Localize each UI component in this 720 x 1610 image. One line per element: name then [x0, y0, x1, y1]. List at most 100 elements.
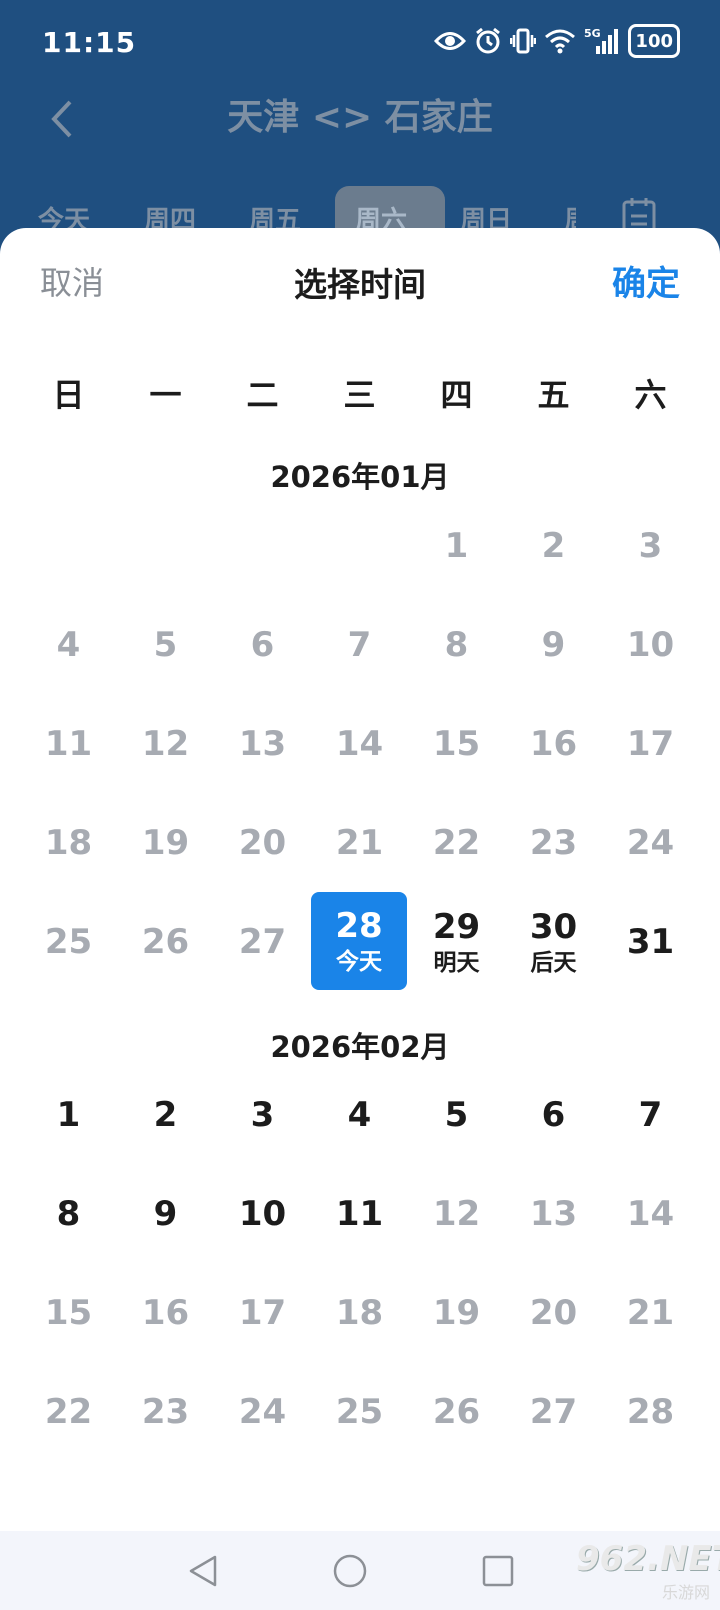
day-number: 25 [335, 1391, 384, 1432]
day-number: 17 [238, 1292, 287, 1333]
day-number: 12 [141, 723, 190, 764]
weekday-fri: 五 [537, 376, 570, 414]
watermark-sub: 乐游网 [661, 1583, 710, 1602]
day-number: 26 [432, 1391, 481, 1432]
day-cell[interactable]: 4 [311, 1065, 408, 1164]
day-number: 30 [529, 906, 578, 947]
day-number: 2 [541, 525, 566, 566]
day-cell[interactable]: 7 [602, 1065, 699, 1164]
signal-label: 5G [584, 27, 601, 40]
day-number: 19 [141, 822, 190, 863]
day-number: 6 [541, 1094, 566, 1135]
day-number: 22 [44, 1391, 93, 1432]
day-cell: 18 [20, 793, 117, 892]
day-number: 9 [153, 1193, 178, 1234]
day-number: 7 [638, 1094, 663, 1135]
day-cell[interactable]: 29 明天 [408, 892, 505, 991]
day-cell[interactable]: 3 [214, 1065, 311, 1164]
day-cell: 20 [214, 793, 311, 892]
day-number: 28 [626, 1391, 675, 1432]
day-cell[interactable]: 1 [20, 1065, 117, 1164]
day-cell[interactable]: 31 [602, 892, 699, 991]
day-number: 1 [56, 1094, 81, 1135]
battery-level: 100 [635, 30, 673, 52]
day-cell: 25 [311, 1362, 408, 1461]
day-cell[interactable]: 8 [20, 1164, 117, 1263]
day-number: 14 [626, 1193, 675, 1234]
day-cell[interactable]: 30 后天 [505, 892, 602, 991]
day-cell: 24 [602, 793, 699, 892]
day-cell: 12 [117, 694, 214, 793]
day-number: 9 [541, 624, 566, 665]
day-number: 13 [529, 1193, 578, 1234]
weekday-mon: 一 [149, 376, 182, 414]
day-cell: 22 [408, 793, 505, 892]
day-cell: 20 [505, 1263, 602, 1362]
day-cell: 6 [214, 595, 311, 694]
day-number: 3 [250, 1094, 275, 1135]
day-cell: 15 [408, 694, 505, 793]
month-grid-jan: 1 2 3 4 5 6 7 8 9 10 11 12 13 14 15 16 17 18 19 20 21 22 23 24 2… [20, 496, 700, 991]
day-cell[interactable]: 2 [117, 1065, 214, 1164]
day-number: 18 [44, 822, 93, 863]
day-number: 19 [432, 1292, 481, 1333]
day-cell: 21 [311, 793, 408, 892]
day-number: 3 [638, 525, 663, 566]
day-cell: 4 [20, 595, 117, 694]
day-number: 20 [238, 822, 287, 863]
day-number: 15 [44, 1292, 93, 1333]
weekday-sat: 六 [634, 376, 667, 414]
day-number: 31 [626, 921, 675, 962]
day-number: 13 [238, 723, 287, 764]
weekday-wed: 三 [343, 376, 376, 414]
status-bar: 11:15 5G 100 [0, 0, 720, 84]
day-cell: 13 [214, 694, 311, 793]
system-nav-bar: 962.NET 乐游网 [0, 1531, 720, 1610]
back-triangle-icon[interactable] [183, 1551, 223, 1591]
day-number: 12 [432, 1193, 481, 1234]
day-number: 17 [626, 723, 675, 764]
eye-icon [434, 24, 467, 58]
recents-square-icon[interactable] [478, 1551, 518, 1591]
watermark-logo: 962.NET 乐游网 [576, 1539, 720, 1603]
status-time: 11:15 [42, 26, 137, 59]
day-number: 11 [44, 723, 93, 764]
day-cell: 15 [20, 1263, 117, 1362]
day-cell[interactable]: 28 今天 [311, 892, 407, 990]
weekday-header: 日 一 二 三 四 五 六 [20, 370, 700, 416]
day-sublabel: 后天 [530, 949, 577, 976]
day-cell[interactable]: 6 [505, 1065, 602, 1164]
day-number: 5 [153, 624, 178, 665]
day-cell: 1 [408, 496, 505, 595]
day-cell: 26 [408, 1362, 505, 1461]
day-cell: 12 [408, 1164, 505, 1263]
day-number: 23 [529, 822, 578, 863]
day-cell: 14 [602, 1164, 699, 1263]
day-cell[interactable]: 11 [311, 1164, 408, 1263]
day-cell: 24 [214, 1362, 311, 1461]
day-cell[interactable]: 9 [117, 1164, 214, 1263]
status-icons: 5G 100 [434, 24, 680, 58]
day-number: 26 [141, 921, 190, 962]
day-sublabel: 今天 [336, 949, 382, 975]
day-cell: 26 [117, 892, 214, 991]
confirm-button[interactable]: 确定 [612, 256, 680, 305]
signal-icon: 5G [584, 24, 620, 58]
day-number: 22 [432, 822, 481, 863]
day-cell[interactable]: 10 [214, 1164, 311, 1263]
day-cell[interactable]: 5 [408, 1065, 505, 1164]
day-number: 16 [141, 1292, 190, 1333]
home-circle-icon[interactable] [330, 1551, 370, 1591]
day-number: 21 [335, 822, 384, 863]
day-number: 8 [56, 1193, 81, 1234]
day-cell: 28 [602, 1362, 699, 1461]
day-cell: 14 [311, 694, 408, 793]
day-number: 7 [347, 624, 372, 665]
day-sublabel: 明天 [433, 949, 480, 976]
cancel-button[interactable]: 取消 [40, 258, 104, 304]
day-number: 1 [444, 525, 469, 566]
month-grid-feb: 1 2 3 4 5 6 7 8 9 10 11 12 13 14 15 16 17 18 19 20 21 22 23 24 2… [20, 1065, 700, 1461]
day-cell: 9 [505, 595, 602, 694]
day-number: 21 [626, 1292, 675, 1333]
vibrate-icon [510, 24, 537, 58]
